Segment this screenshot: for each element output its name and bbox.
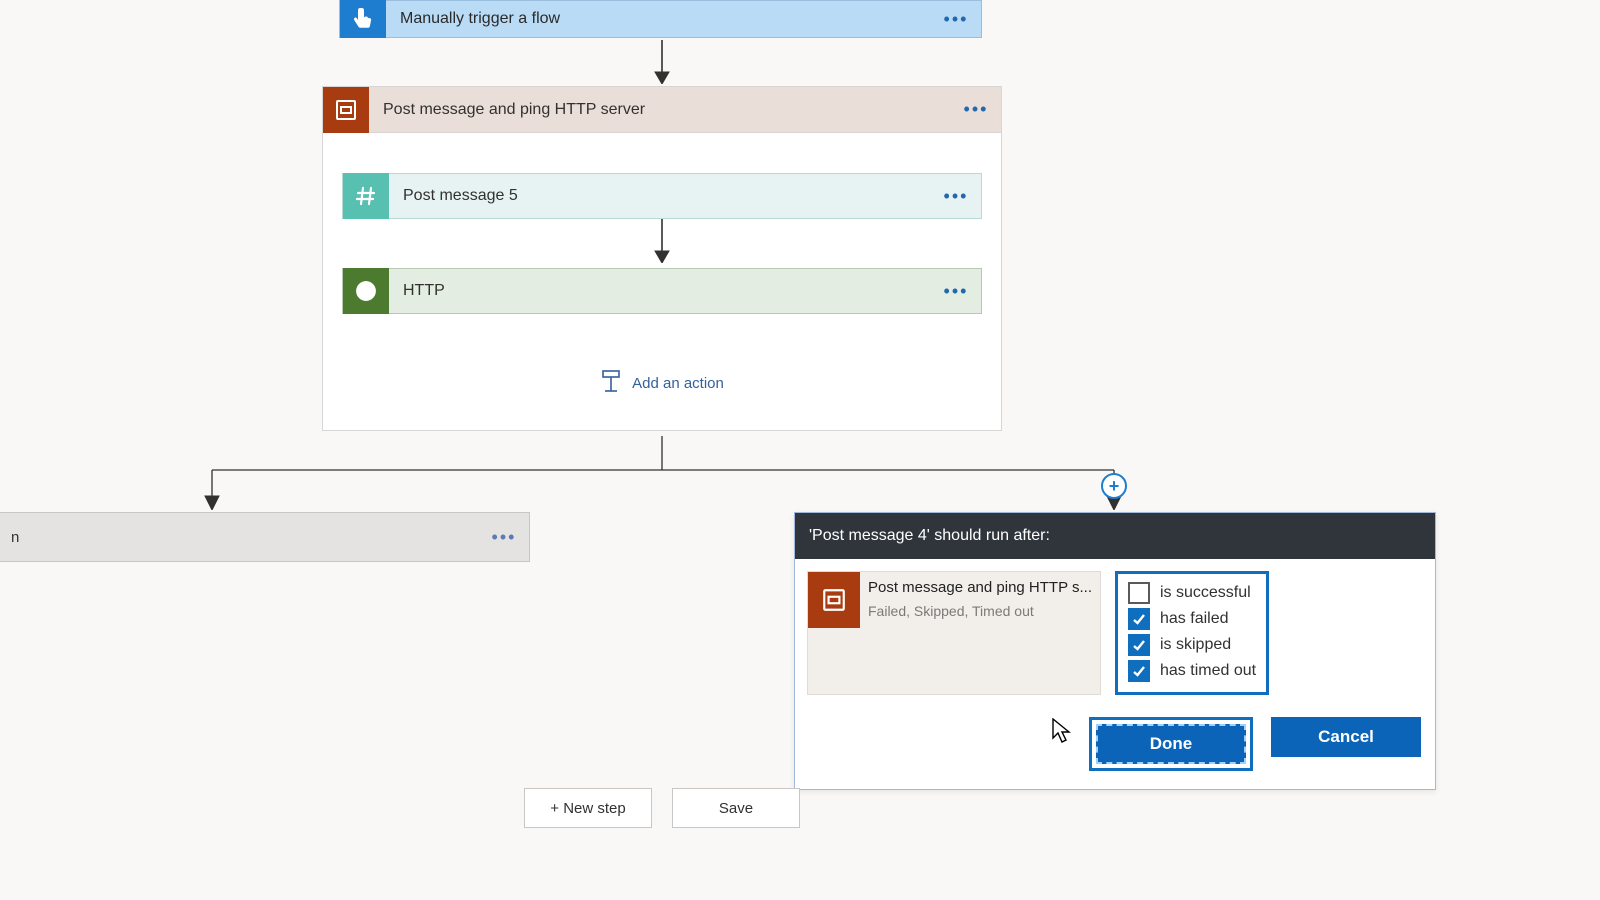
left-branch-card[interactable]: n ••• <box>0 512 530 562</box>
scope-menu-icon[interactable]: ••• <box>951 99 1001 120</box>
condition-has-timed-out[interactable]: has timed out <box>1126 658 1258 684</box>
run-after-conditions: is successful has failed is skipped has … <box>1115 571 1269 695</box>
run-after-dialog: 'Post message 4' should run after: Post … <box>794 512 1436 790</box>
scope-header[interactable]: Post message and ping HTTP server ••• <box>323 87 1001 133</box>
http-card[interactable]: HTTP ••• <box>342 268 982 314</box>
done-button[interactable]: Done <box>1096 724 1246 764</box>
add-step-plus-icon[interactable]: + <box>1101 473 1127 499</box>
checkbox-checked[interactable] <box>1128 634 1150 656</box>
http-menu-icon[interactable]: ••• <box>931 281 981 302</box>
post-message-menu-icon[interactable]: ••• <box>931 186 981 207</box>
arrow-down-icon <box>651 40 673 89</box>
scope-card: Post message and ping HTTP server ••• Po… <box>322 86 1002 431</box>
scope-title: Post message and ping HTTP server <box>369 101 951 119</box>
globe-icon <box>343 268 389 314</box>
trigger-title: Manually trigger a flow <box>386 10 931 28</box>
prev-step-card[interactable]: Post message and ping HTTP s... Failed, … <box>807 571 1101 695</box>
post-message-card[interactable]: Post message 5 ••• <box>342 173 982 219</box>
condition-is-successful[interactable]: is successful <box>1126 580 1258 606</box>
hash-icon <box>343 173 389 219</box>
done-button-highlight: Done <box>1089 717 1253 771</box>
arrow-down-icon <box>651 219 673 268</box>
condition-label: is skipped <box>1160 636 1231 654</box>
http-title: HTTP <box>389 282 931 300</box>
checkbox[interactable] <box>1128 582 1150 604</box>
post-message-title: Post message 5 <box>389 187 931 205</box>
save-button[interactable]: Save <box>672 788 800 828</box>
add-action-label: Add an action <box>632 375 724 392</box>
condition-has-failed[interactable]: has failed <box>1126 606 1258 632</box>
add-action-link[interactable]: Add an action <box>600 370 724 396</box>
run-after-header: 'Post message 4' should run after: <box>795 513 1435 559</box>
condition-label: has failed <box>1160 610 1229 628</box>
trigger-card[interactable]: Manually trigger a flow ••• <box>339 0 982 38</box>
left-branch-title-tail: n <box>0 529 479 546</box>
checkbox-checked[interactable] <box>1128 608 1150 630</box>
scope-icon <box>808 572 860 628</box>
prev-step-title: Post message and ping HTTP s... <box>868 578 1092 598</box>
left-branch-menu-icon[interactable]: ••• <box>479 527 529 548</box>
checkbox-checked[interactable] <box>1128 660 1150 682</box>
condition-label: is successful <box>1160 584 1251 602</box>
trigger-menu-icon[interactable]: ••• <box>931 9 981 30</box>
scope-icon <box>323 87 369 133</box>
condition-is-skipped[interactable]: is skipped <box>1126 632 1258 658</box>
tap-icon <box>340 0 386 38</box>
branch-connector <box>200 436 1130 515</box>
new-step-button[interactable]: + New step <box>524 788 652 828</box>
prev-step-sub: Failed, Skipped, Timed out <box>868 602 1092 621</box>
cancel-button[interactable]: Cancel <box>1271 717 1421 757</box>
insert-icon <box>600 370 622 396</box>
condition-label: has timed out <box>1160 662 1256 680</box>
